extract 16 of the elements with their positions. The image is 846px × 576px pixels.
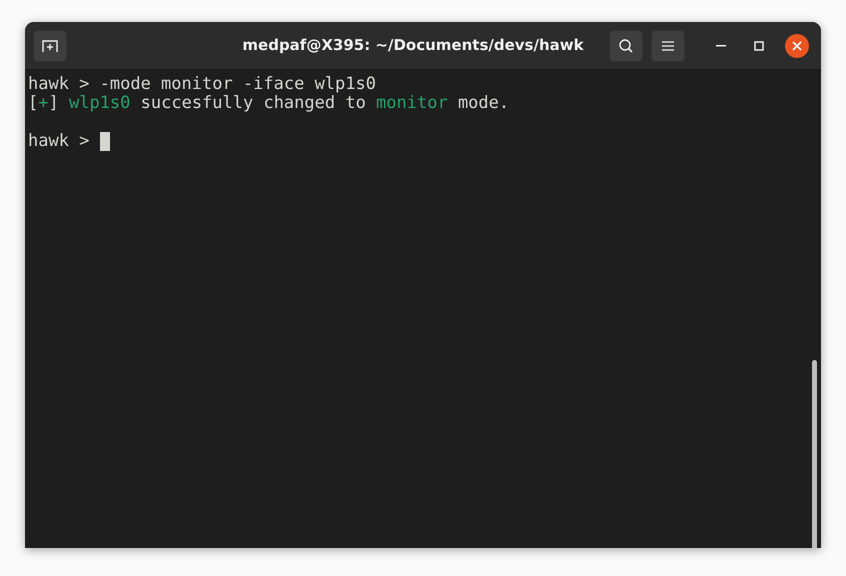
search-icon — [618, 38, 634, 54]
text-cursor — [100, 132, 110, 151]
new-tab-icon — [42, 38, 58, 52]
close-icon — [792, 40, 802, 50]
output-line: hawk > -mode monitor -iface wlp1s0 — [28, 75, 376, 94]
scrollbar[interactable] — [812, 360, 817, 548]
minimize-icon — [716, 44, 726, 46]
close-button[interactable] — [785, 34, 809, 58]
prompt-line: hawk > — [28, 132, 90, 151]
search-button[interactable] — [609, 30, 643, 62]
menu-button[interactable] — [651, 30, 685, 62]
menu-icon — [662, 40, 674, 50]
maximize-icon — [754, 40, 764, 50]
window-title: medpaf@X395: ~/Documents/devs/hawk — [241, 35, 585, 56]
output-line: [+] wlp1s0 succesfully changed to monitor mode. — [28, 94, 510, 113]
new-tab-button[interactable] — [33, 30, 67, 62]
